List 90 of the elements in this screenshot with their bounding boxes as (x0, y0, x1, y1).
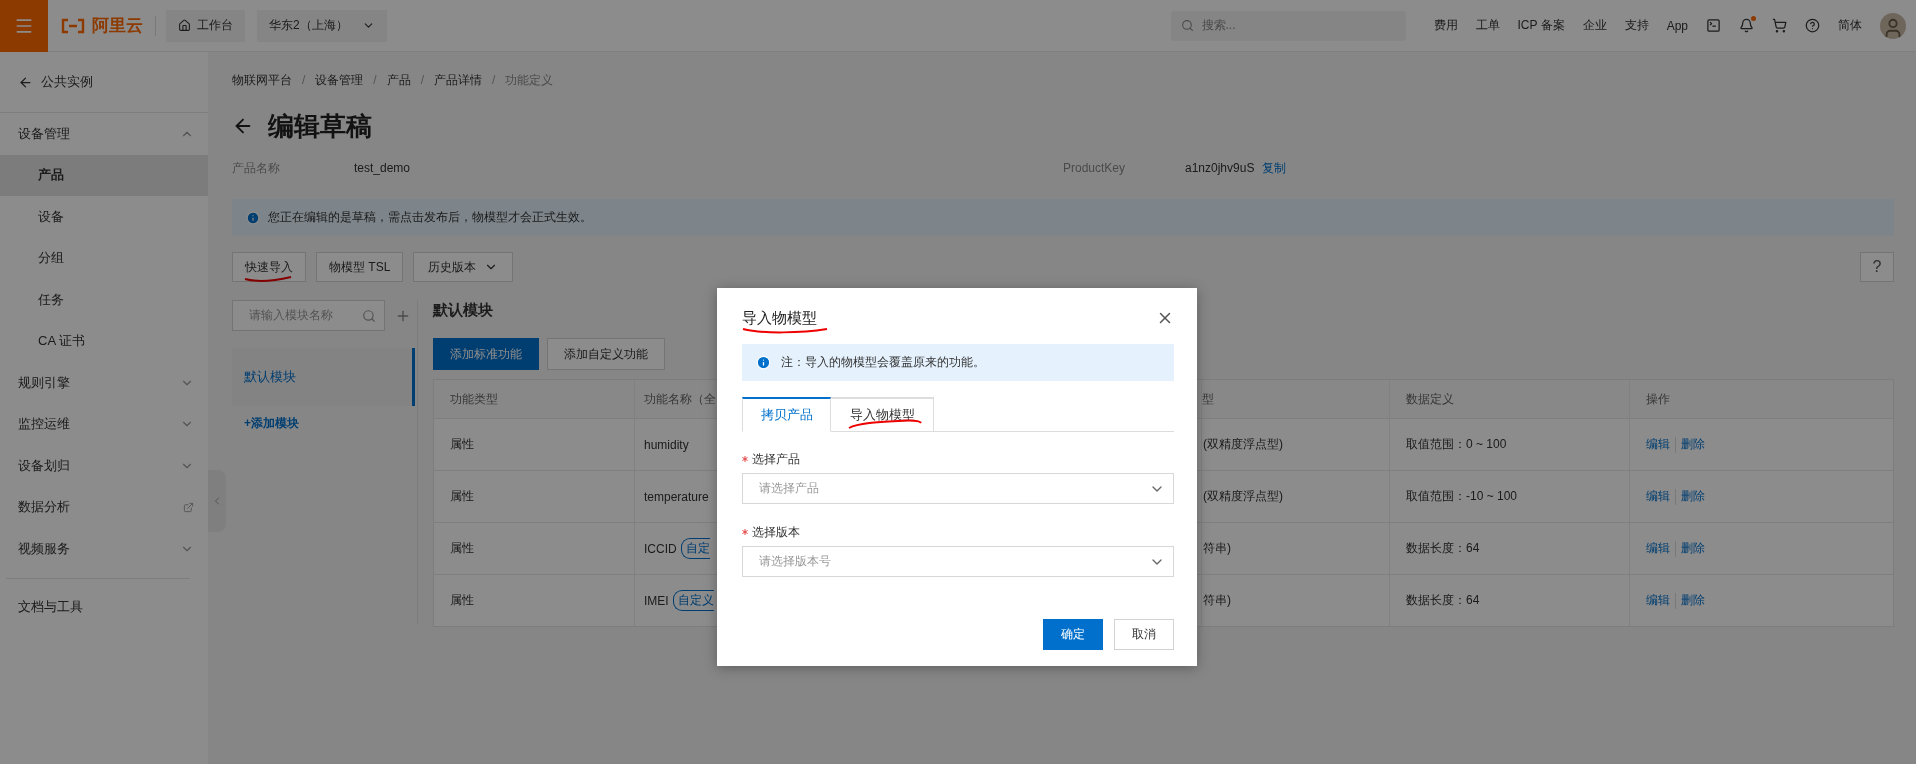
breadcrumb-separator: / (420, 73, 425, 87)
breadcrumb-link[interactable]: 物联网平台 (232, 71, 292, 89)
action-button[interactable]: 添加标准功能 (433, 338, 539, 370)
help-button[interactable]: ? (1860, 252, 1894, 282)
top-link[interactable]: App (1666, 18, 1688, 33)
breadcrumb-separator: / (492, 73, 496, 87)
top-link[interactable]: ICP 备案 (1517, 17, 1565, 34)
select-field[interactable]: 请选择产品 (742, 473, 1174, 504)
top-link[interactable]: 企业 (1582, 17, 1607, 34)
toolbar-button[interactable]: 快速导入 (232, 252, 306, 282)
logo-icon (60, 17, 86, 34)
sidebar-item[interactable]: 文档与工具 (0, 586, 208, 628)
language-link[interactable]: 简体 (1838, 17, 1862, 34)
logo-text: 阿里云 (92, 15, 143, 37)
toolbar-button[interactable]: 物模型 TSL (316, 252, 404, 282)
sidebar-item[interactable]: 设备管理 (0, 113, 208, 155)
dropdown-button[interactable]: 历史版本 (413, 252, 514, 282)
annotation-scribble (244, 274, 292, 282)
cart-icon[interactable] (1772, 18, 1787, 33)
top-link[interactable]: 工单 (1475, 17, 1500, 34)
breadcrumb-link[interactable]: 产品详情 (434, 71, 483, 89)
collapse-handle[interactable] (208, 470, 226, 532)
sidebar-item[interactable]: 分组 (0, 237, 208, 279)
table-cell: humidity (644, 437, 689, 452)
sidebar-item[interactable]: 监控运维 (0, 403, 208, 445)
region-dropdown[interactable]: 华东2（上海） (257, 9, 387, 42)
notice-text: 您正在编辑的是草稿，需点击发布后，物模型才会正式生效。 (268, 209, 592, 226)
table-cell-text: 属性 (449, 540, 475, 557)
search-icon (1180, 19, 1194, 32)
copy-link[interactable]: 复制 (1262, 159, 1287, 177)
tab[interactable]: 导入物模型 (831, 397, 934, 432)
table-action-link[interactable]: 删除 (1681, 540, 1705, 557)
table-cell: temperature (644, 489, 709, 504)
table-cell: 符串) (1201, 575, 1389, 626)
field-label: ProductKey (1063, 161, 1127, 175)
table-cell-text: 属性 (449, 488, 475, 505)
sidebar-item[interactable]: 产品 (0, 154, 208, 196)
page-title: 编辑草稿 (268, 109, 372, 143)
field-value: test_demo (354, 161, 412, 175)
sidebar-item[interactable]: 设备 (0, 196, 208, 238)
breadcrumb-link[interactable]: 产品 (386, 71, 411, 89)
sidebar-item[interactable]: 任务 (0, 279, 208, 321)
table-cell: IMEI (644, 593, 669, 608)
table-action-link[interactable]: 编辑 (1646, 540, 1670, 557)
action-button[interactable]: 添加自定义功能 (547, 338, 665, 370)
table-cell: 数据长度：64 (1389, 575, 1629, 626)
sidebar-item[interactable]: CA 证书 (0, 320, 208, 362)
top-link[interactable]: 费用 (1433, 17, 1458, 34)
home-icon (178, 19, 191, 32)
field-label: 产品名称 (232, 159, 281, 177)
terminal-icon[interactable] (1706, 18, 1721, 33)
table-action-link[interactable]: 删除 (1681, 592, 1705, 609)
field-label: 选择产品 (752, 450, 800, 468)
sidebar-item[interactable]: 规则引擎 (0, 362, 208, 404)
field-label: 选择版本 (752, 523, 800, 541)
tag: 自定 (680, 538, 710, 559)
bell-icon[interactable] (1739, 18, 1754, 33)
breadcrumb-link[interactable]: 设备管理 (315, 71, 364, 89)
table-action-link[interactable]: 编辑 (1646, 436, 1670, 453)
search-icon (362, 308, 376, 323)
table-action-link[interactable]: 编辑 (1646, 592, 1670, 609)
sidebar-item[interactable]: 设备划归 (0, 445, 208, 487)
dialog-button[interactable]: 取消 (1114, 619, 1174, 650)
section-title: 默认模块 (433, 300, 493, 320)
workbench-button[interactable]: 工作台 (166, 9, 245, 42)
field-value: a1nz0jhv9uS (1185, 161, 1255, 175)
breadcrumb-separator: / (373, 73, 377, 87)
tab[interactable]: 拷贝产品 (742, 397, 831, 432)
table-cell-text: 属性 (449, 436, 475, 453)
tag: 自定义 (672, 590, 714, 611)
dialog-button[interactable]: 确定 (1043, 619, 1103, 650)
table-action-link[interactable]: 编辑 (1646, 488, 1670, 505)
breadcrumb-separator: / (302, 73, 306, 87)
table-action-link[interactable]: 删除 (1681, 488, 1705, 505)
dialog-title: 导入物模型 (742, 308, 817, 328)
sidebar-item[interactable]: 视频服务 (0, 528, 208, 570)
info-icon (246, 210, 260, 225)
avatar[interactable] (1880, 12, 1906, 39)
notice-text: 注：导入的物模型会覆盖原来的功能。 (781, 354, 985, 371)
sidebar-item[interactable]: 数据分析 (0, 486, 208, 528)
table-action-link[interactable]: 删除 (1681, 436, 1705, 453)
table-cell-text: 属性 (449, 592, 475, 609)
help-icon[interactable] (1805, 18, 1820, 33)
info-icon (756, 355, 771, 370)
table-cell: ICCID (644, 541, 677, 556)
select-field[interactable]: 请选择版本号 (742, 546, 1174, 577)
external-link-icon (183, 501, 194, 513)
column-header: 功能类型 (449, 390, 499, 408)
add-module-link[interactable]: +添加模块 (232, 415, 415, 432)
top-link[interactable]: 支持 (1624, 17, 1649, 34)
